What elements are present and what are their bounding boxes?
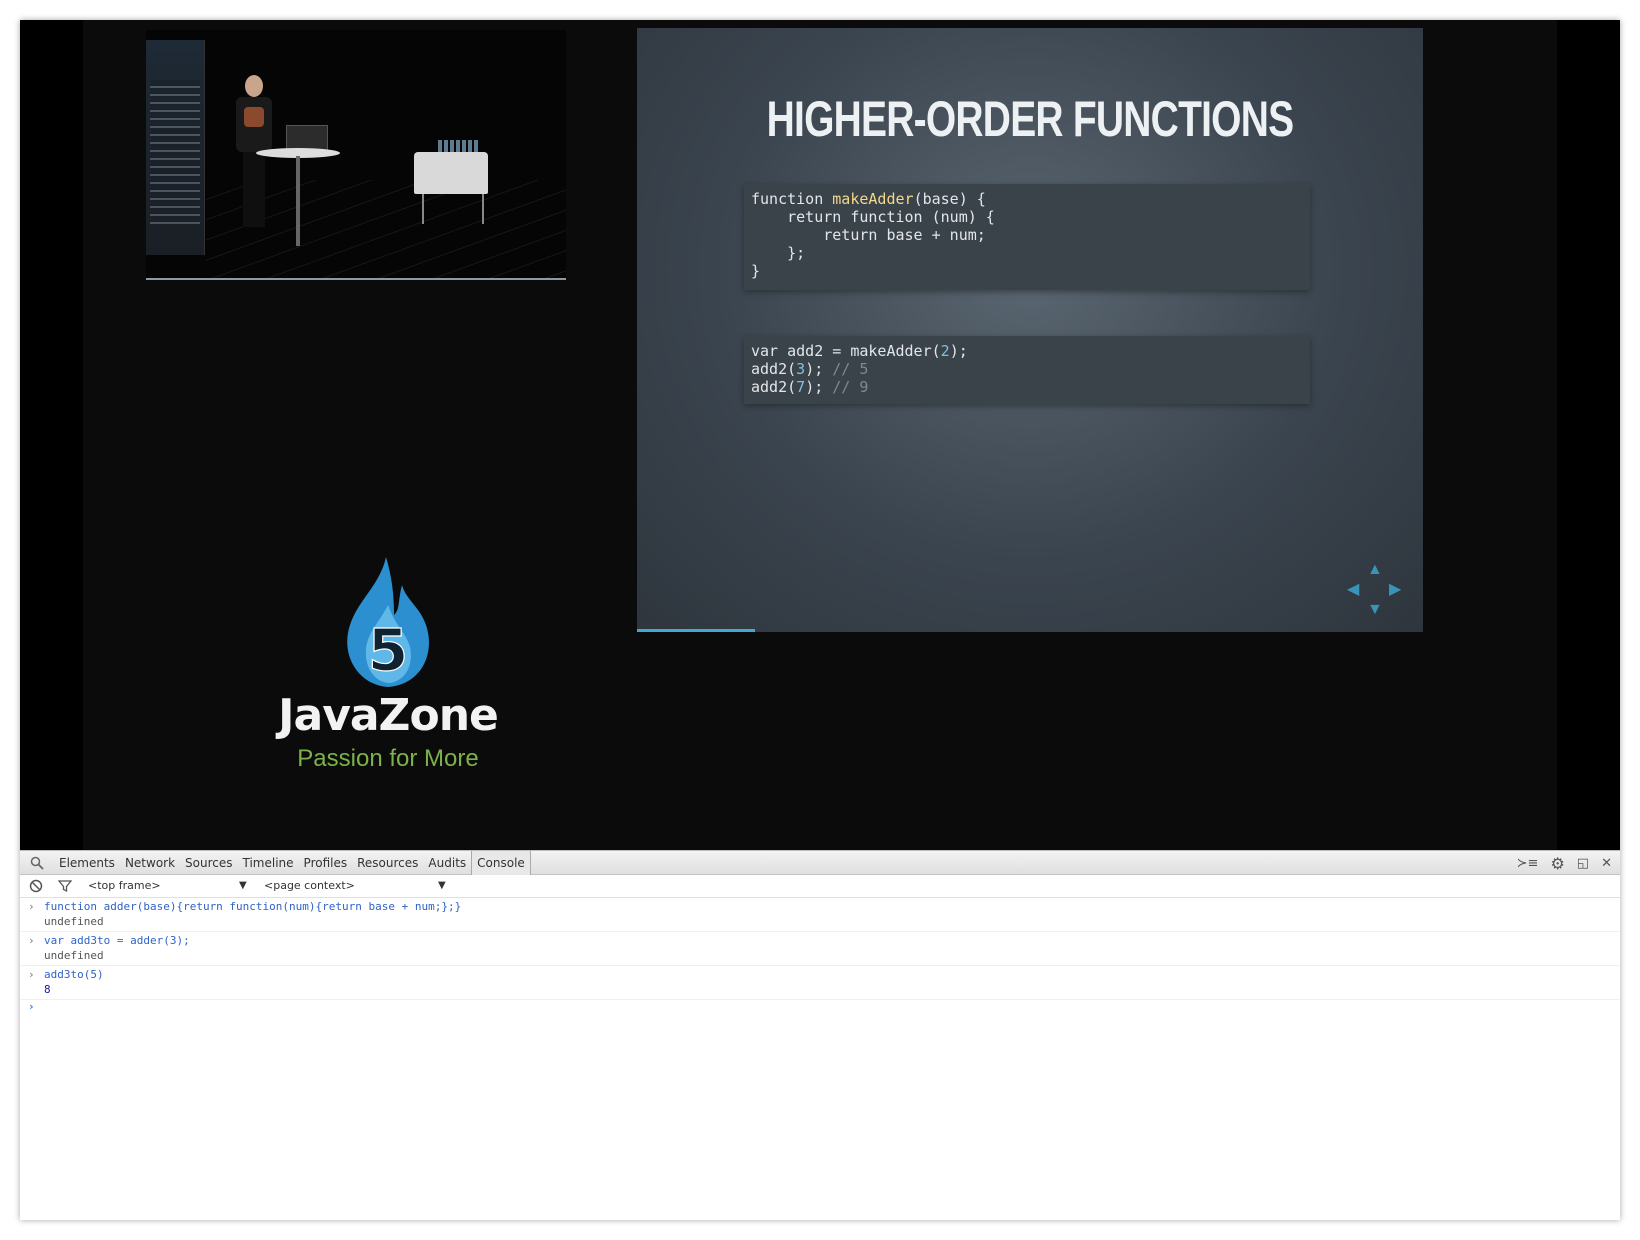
- code-block-usage: var add2 = makeAdder(2); add2(3); // 5 a…: [744, 336, 1310, 404]
- side-table: [414, 152, 488, 194]
- devtools-toolbar: Elements Network Sources Timeline Profil…: [20, 850, 1620, 875]
- side-table-legs: [422, 194, 484, 224]
- tab-timeline[interactable]: Timeline: [238, 851, 299, 875]
- javazone-logo: 5 JavaZone Passion for More: [268, 555, 508, 785]
- flame-5-icon: 5: [347, 557, 429, 687]
- video-player[interactable]: 5 JavaZone Passion for More HIGHER-ORDER…: [20, 20, 1620, 850]
- sponsor-banner: [146, 40, 205, 255]
- console-prompt[interactable]: ›: [20, 1000, 1620, 1016]
- frame-select-dropdown-icon[interactable]: ▼: [239, 875, 247, 897]
- console-output: 8: [44, 983, 51, 996]
- slide-progress-bar: [637, 629, 755, 632]
- code-line: var add2 = makeAdder(2);: [751, 342, 968, 360]
- sponsor-logos: [150, 80, 200, 230]
- devtools-tabs: Elements Network Sources Timeline Profil…: [54, 851, 531, 875]
- podium-leg: [296, 156, 300, 246]
- nav-down-arrow-icon[interactable]: ▼: [1367, 602, 1383, 618]
- code-line: add2(3); // 5: [751, 360, 869, 378]
- nav-right-arrow-icon[interactable]: ▶: [1389, 582, 1401, 598]
- nav-left-arrow-icon[interactable]: ◀: [1347, 582, 1359, 598]
- console-input: › add3to(5): [28, 968, 104, 981]
- filter-icon[interactable]: [58, 879, 72, 893]
- nav-up-arrow-icon[interactable]: ▲: [1367, 562, 1383, 578]
- frame-select[interactable]: <top frame>: [88, 875, 161, 897]
- code-line: add2(7); // 9: [751, 378, 869, 396]
- tab-elements[interactable]: Elements: [54, 851, 120, 875]
- devtools-panel: Elements Network Sources Timeline Profil…: [20, 850, 1620, 1220]
- console-filter-bar: <top frame> ▼ <page context> ▼: [20, 875, 1620, 898]
- code-line: };: [751, 244, 806, 262]
- logo-name: JavaZone: [278, 690, 499, 741]
- drawer-toggle-icon[interactable]: ≻≡: [1517, 856, 1539, 871]
- devtools-window-controls: ≻≡ ⚙ ◱ ✕: [1517, 854, 1612, 873]
- speaker-camera-view: [146, 30, 566, 280]
- tab-audits[interactable]: Audits: [423, 851, 471, 875]
- tab-resources[interactable]: Resources: [352, 851, 423, 875]
- context-select[interactable]: <page context>: [264, 875, 355, 897]
- slide-navigation: ▲ ◀ ▶ ▼: [1347, 562, 1403, 618]
- console-entry: › function adder(base){return function(nu…: [20, 898, 1620, 932]
- code-block-makeadder: function makeAdder(base) { return functi…: [744, 184, 1310, 290]
- code-line: }: [751, 262, 761, 280]
- chevron-right-icon: ›: [28, 934, 35, 947]
- context-select-dropdown-icon[interactable]: ▼: [438, 875, 446, 897]
- presentation-slide: HIGHER-ORDER FUNCTIONS function makeAdde…: [637, 28, 1423, 632]
- console-output: undefined: [44, 949, 104, 962]
- chevron-right-icon: ›: [28, 968, 35, 981]
- gear-icon[interactable]: ⚙: [1550, 854, 1564, 873]
- search-icon[interactable]: [30, 856, 44, 870]
- slide-title: HIGHER-ORDER FUNCTIONS: [766, 91, 1294, 147]
- tab-console[interactable]: Console: [471, 851, 531, 875]
- svg-text:5: 5: [368, 616, 408, 684]
- chevron-right-icon: ›: [28, 900, 35, 913]
- console-input: › function adder(base){return function(nu…: [28, 900, 462, 913]
- logo-tagline: Passion for More: [297, 745, 479, 772]
- code-line: return function (num) {: [751, 208, 995, 226]
- console-input: › var add3to = adder(3);: [28, 934, 190, 947]
- console-entry: › var add3to = adder(3); undefined: [20, 932, 1620, 966]
- tab-profiles[interactable]: Profiles: [299, 851, 353, 875]
- dock-icon[interactable]: ◱: [1577, 856, 1589, 871]
- clear-console-icon[interactable]: [29, 879, 43, 893]
- console-log[interactable]: › function adder(base){return function(nu…: [20, 898, 1620, 1016]
- tab-network[interactable]: Network: [120, 851, 180, 875]
- code-line: function makeAdder(base) {: [751, 190, 986, 208]
- tab-sources[interactable]: Sources: [180, 851, 237, 875]
- prompt-icon: ›: [28, 1000, 35, 1013]
- console-entry: › add3to(5) 8: [20, 966, 1620, 1000]
- browser-window: 5 JavaZone Passion for More HIGHER-ORDER…: [20, 20, 1620, 1220]
- console-output: undefined: [44, 915, 104, 928]
- close-icon[interactable]: ✕: [1601, 856, 1612, 871]
- code-line: return base + num;: [751, 226, 986, 244]
